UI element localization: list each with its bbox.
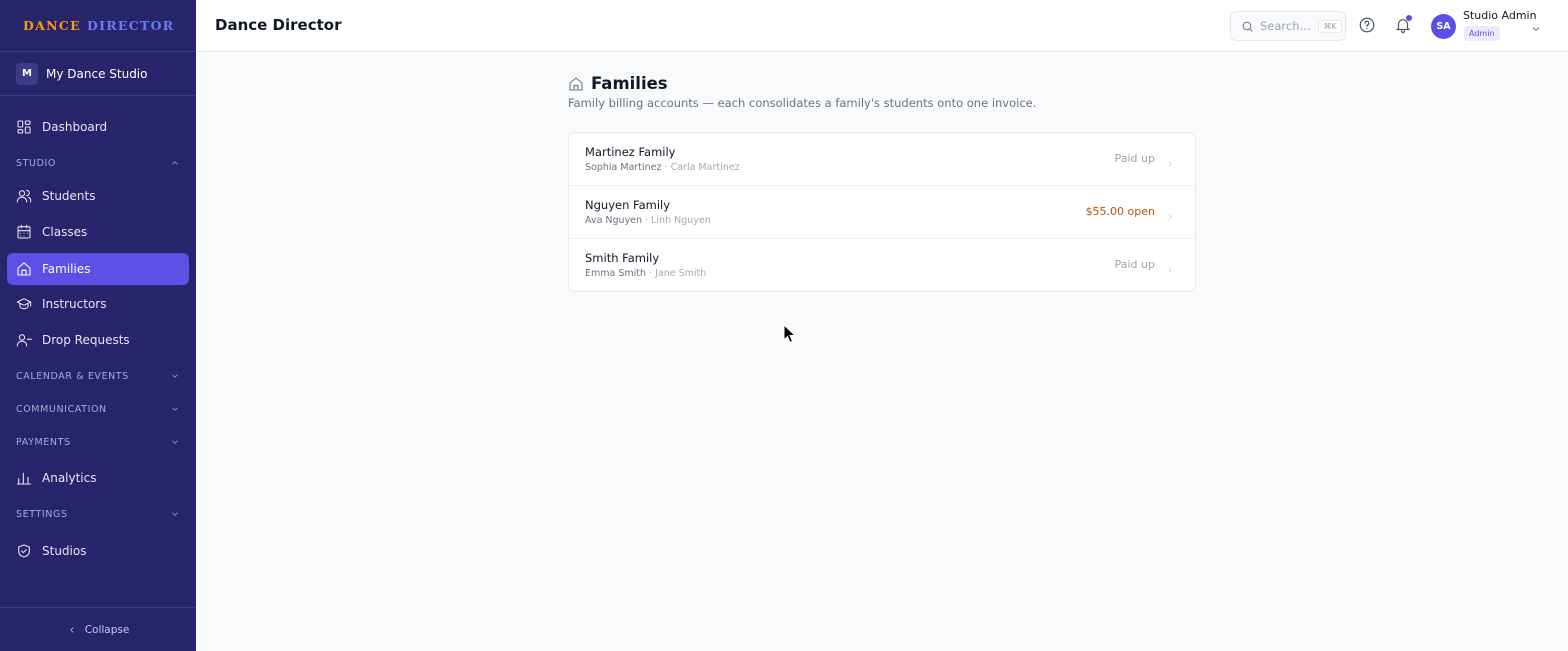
sidebar-item-families[interactable]: Families [7,253,189,285]
section-label: SETTINGS [16,508,68,520]
chevron-down-icon [172,374,178,378]
sidebar-item-label: Classes [42,225,88,239]
sidebar-item-label: Studios [42,544,87,558]
sidebar-item-label: Families [42,262,91,276]
family-row-smith[interactable]: Smith Family Emma Smith · Jane Smith Pai… [569,239,1195,291]
family-members: Ava Nguyen · Linh Nguyen [585,215,711,226]
section-communication[interactable]: COMMUNICATION [16,401,180,417]
family-student: Ava Nguyen [585,215,643,226]
brand-logo-part2: DIRECTOR [86,18,175,33]
families-list: Martinez Family Sophia Martinez · Carla … [568,132,1196,292]
section-calendar-events[interactable]: CALENDAR & EVENTS [16,368,180,384]
studio-name: My Dance Studio [46,66,148,81]
user-minus-icon [16,332,32,348]
role-badge: Admin [1464,26,1500,41]
family-student: Sophia Martinez [585,162,662,173]
user-menu-toggle[interactable] [1530,20,1542,32]
mouse-cursor-icon [783,324,797,344]
sidebar-item-students[interactable]: Students [7,180,189,212]
family-row-nguyen[interactable]: Nguyen Family Ava Nguyen · Linh Nguyen $… [569,186,1195,239]
family-guardian: Carla Martinez [670,162,740,173]
sidebar-item-studios[interactable]: Studios [7,535,189,567]
search-shortcut: ⌘K [1318,19,1342,33]
balance-status: $55.00 open [1085,205,1155,218]
shield-check-icon [16,543,32,559]
brand-logo[interactable]: DANCE DIRECTOR [0,0,196,52]
chevron-down-icon [1532,27,1540,32]
help-button[interactable] [1358,16,1376,34]
family-guardian: Jane Smith [655,268,707,279]
users-icon [16,188,32,204]
chevron-down-icon [172,440,178,444]
sidebar-item-label: Drop Requests [42,333,130,347]
section-studio[interactable]: STUDIO [16,155,180,171]
collapse-sidebar-button[interactable]: Collapse [0,607,196,651]
chevron-right-icon [1165,260,1175,273]
app-title: Dance Director [215,16,342,34]
graduation-cap-icon [16,296,32,312]
family-name: Nguyen Family [585,198,671,212]
section-label: STUDIO [16,157,56,169]
brand-logo-part1: DANCE [23,18,81,33]
family-guardian: Linh Nguyen [651,215,711,226]
studio-avatar: M [16,62,38,85]
search-icon [1242,21,1253,32]
avatar[interactable]: SA [1431,14,1456,39]
section-label: COMMUNICATION [16,403,107,415]
user-name[interactable]: Studio Admin [1463,9,1537,22]
sidebar-item-analytics[interactable]: Analytics [7,462,189,494]
sidebar-item-drop-requests[interactable]: Drop Requests [7,324,189,356]
sidebar-item-label: Analytics [42,471,97,485]
home-icon [16,261,32,277]
search-input[interactable]: Search... ⌘K [1230,11,1346,41]
family-name: Smith Family [585,251,660,265]
sidebar-item-label: Instructors [42,297,107,311]
sidebar-item-classes[interactable]: Classes [7,216,189,248]
notification-dot [1406,15,1412,21]
sidebar: DANCE DIRECTOR M My Dance Studio Dashboa… [0,0,196,651]
help-circle-icon [1359,17,1375,33]
studio-switcher[interactable]: M My Dance Studio [0,52,196,96]
grid-icon [16,119,32,135]
page-subtitle: Family billing accounts — each consolida… [568,96,1037,110]
chevron-up-icon [172,161,178,165]
sidebar-item-label: Students [42,189,96,203]
page-heading: Families [568,74,668,93]
section-label: CALENDAR & EVENTS [16,370,129,382]
sidebar-item-dashboard[interactable]: Dashboard [7,111,189,143]
calendar-icon [16,224,32,240]
family-student: Emma Smith [585,268,647,279]
chevron-down-icon [172,407,178,411]
family-members: Sophia Martinez · Carla Martinez [585,162,740,173]
home-icon [569,76,583,91]
balance-status: Paid up [1114,258,1155,271]
page-title: Families [591,74,668,93]
section-payments[interactable]: PAYMENTS [16,434,180,450]
notifications-button[interactable] [1394,15,1412,34]
family-row-martinez[interactable]: Martinez Family Sophia Martinez · Carla … [569,133,1195,186]
bar-chart-icon [16,470,32,486]
family-members: Emma Smith · Jane Smith [585,268,707,279]
chevron-right-icon [1165,154,1175,167]
chevron-right-icon [1165,207,1175,220]
chevron-left-icon [69,626,74,633]
top-header: Dance Director Search... ⌘K SA Studio Ad… [196,0,1568,52]
family-name: Martinez Family [585,145,676,159]
section-label: PAYMENTS [16,436,71,448]
balance-status: Paid up [1114,152,1155,165]
chevron-down-icon [172,512,178,516]
section-settings[interactable]: SETTINGS [16,506,180,522]
sidebar-item-label: Dashboard [42,120,108,134]
search-placeholder: Search... [1260,19,1311,33]
sidebar-item-instructors[interactable]: Instructors [7,288,189,320]
collapse-label: Collapse [84,623,130,636]
